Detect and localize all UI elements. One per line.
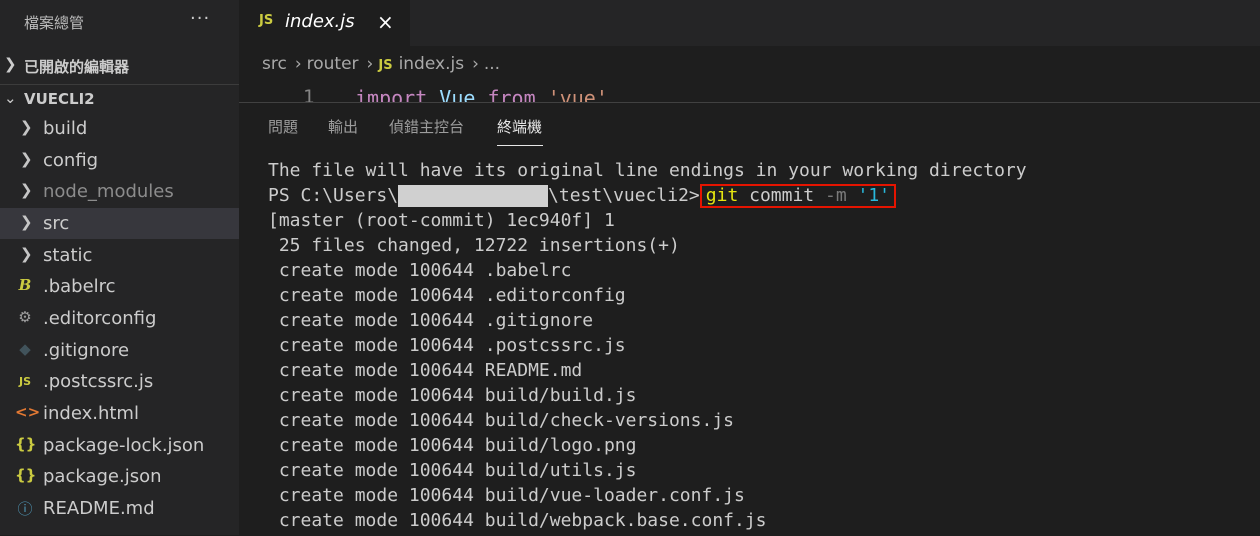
open-editors-section[interactable]: ❯ 已開啟的編輯器 (0, 50, 239, 80)
code-keyword: from (487, 86, 536, 102)
file-index-html[interactable]: <> index.html (0, 398, 239, 429)
file-label: index.html (43, 403, 139, 424)
file-package-json[interactable]: {} package.json (0, 461, 239, 492)
js-icon: JS (378, 58, 393, 73)
terminal-line: create mode 100644 build/check-versions.… (268, 410, 734, 431)
git-icon: ◆ (19, 340, 31, 358)
file-editorconfig[interactable]: ⚙ .editorconfig (0, 303, 239, 334)
file-label: .postcssrc.js (43, 371, 154, 392)
terminal-line: The file will have its original line end… (268, 160, 1027, 181)
terminal-prompt-line: PS C:\Users\ \test\vuecli2> git commit -m … (268, 183, 1027, 208)
redacted-username (398, 185, 549, 207)
explorer-sidebar: 檔案總管 ··· ❯ 已開啟的編輯器 ⌄ VUECLI2 ❯ build ❯ c… (0, 0, 239, 535)
tab-problems[interactable]: 問題 (268, 116, 298, 137)
terminal-line: create mode 100644 build/build.js (268, 385, 637, 406)
code-editor[interactable]: 1 import Vue from 'vue' (239, 84, 1260, 102)
html-icon: <> (15, 403, 41, 421)
cmd-commit: commit (738, 185, 825, 206)
chevron-right-icon: › (294, 54, 302, 74)
folder-static[interactable]: ❯ static (0, 240, 239, 271)
terminal-line: create mode 100644 .gitignore (268, 310, 594, 331)
terminal-output[interactable]: The file will have its original line end… (268, 158, 1027, 533)
folder-node-modules[interactable]: ❯ node_modules (0, 176, 239, 207)
file-package-lock[interactable]: {} package-lock.json (0, 430, 239, 461)
folder-label: node_modules (43, 181, 174, 202)
info-icon: ⓘ (17, 500, 33, 518)
code-identifier: Vue (439, 86, 476, 102)
terminal-line: create mode 100644 build/vue-loader.conf… (268, 485, 745, 506)
json-icon: {} (15, 466, 37, 484)
code-string: 'vue' (547, 86, 608, 102)
js-icon: JS (18, 375, 31, 388)
file-readme[interactable]: ⓘ README.md (0, 493, 239, 524)
chevron-right-icon: ❯ (20, 213, 33, 231)
file-label: .editorconfig (43, 308, 157, 329)
json-icon: {} (15, 435, 37, 453)
editor-tab-bar: JS index.js × (239, 0, 1260, 46)
file-babelrc[interactable]: B .babelrc (0, 271, 239, 302)
babel-icon: B (18, 276, 32, 294)
tab-output[interactable]: 輸出 (328, 116, 358, 137)
folder-build[interactable]: ❯ build (0, 113, 239, 144)
active-tab-indicator (497, 145, 543, 146)
file-label: .gitignore (43, 340, 130, 361)
project-label: VUECLI2 (24, 90, 95, 108)
chevron-right-icon: ❯ (20, 245, 33, 263)
chevron-right-icon: ❯ (20, 118, 33, 136)
code-keyword: import (355, 86, 428, 102)
prompt-suffix: \test\vuecli2> (548, 185, 700, 206)
highlighted-command: git commit -m '1' (699, 184, 897, 208)
project-section[interactable]: ⌄ VUECLI2 (0, 84, 239, 114)
folder-label: build (43, 118, 88, 139)
file-gitignore[interactable]: ◆ .gitignore (0, 335, 239, 366)
terminal-line: create mode 100644 build/logo.png (268, 435, 637, 456)
chevron-right-icon: › (366, 54, 374, 74)
folder-src[interactable]: ❯ src (0, 208, 239, 239)
close-icon[interactable]: × (377, 10, 394, 34)
folder-label: config (43, 150, 99, 171)
terminal-line: [master (root-commit) 1ec940f] 1 (268, 210, 615, 231)
chevron-right-icon: › (472, 54, 479, 74)
cmd-flag: -m (824, 185, 847, 206)
explorer-title: 檔案總管 (24, 14, 85, 32)
tab-terminal[interactable]: 終端機 (497, 116, 542, 137)
code-text: import Vue from 'vue' (355, 86, 608, 102)
terminal-line: create mode 100644 .editorconfig (268, 285, 626, 306)
gear-icon: ⚙ (18, 308, 32, 326)
file-label: README.md (43, 498, 155, 519)
prompt-prefix: PS C:\Users\ (268, 185, 399, 206)
breadcrumb-src[interactable]: src (262, 54, 287, 74)
terminal-line: create mode 100644 build/utils.js (268, 460, 637, 481)
tab-index-js[interactable]: JS index.js × (239, 0, 410, 46)
cmd-git: git (705, 185, 739, 206)
chevron-right-icon: ❯ (4, 55, 17, 73)
more-actions-icon[interactable]: ··· (190, 8, 210, 29)
file-label: package.json (43, 466, 162, 487)
terminal-line: create mode 100644 .babelrc (268, 260, 572, 281)
line-number: 1 (303, 86, 315, 102)
cmd-message: '1' (846, 185, 891, 206)
chevron-right-icon: ❯ (20, 150, 33, 168)
file-label: package-lock.json (43, 435, 205, 456)
chevron-down-icon: ⌄ (4, 89, 17, 107)
breadcrumb-file[interactable]: index.js (399, 54, 465, 74)
breadcrumb: src › router › JS index.js ›... (262, 54, 503, 78)
explorer-header: 檔案總管 ··· (0, 0, 239, 44)
terminal-line: create mode 100644 README.md (268, 360, 583, 381)
folder-label: static (43, 245, 93, 266)
open-editors-label: 已開啟的編輯器 (24, 58, 130, 76)
terminal-line: create mode 100644 .postcssrc.js (268, 335, 626, 356)
tab-debug-console[interactable]: 偵錯主控台 (389, 116, 464, 137)
terminal-line: 25 files changed, 12722 insertions(+) (268, 235, 680, 256)
tab-label: index.js (285, 11, 355, 32)
breadcrumb-router[interactable]: router (307, 54, 359, 74)
js-icon: JS (259, 13, 274, 28)
folder-label: src (43, 213, 70, 234)
chevron-right-icon: ❯ (20, 181, 33, 199)
breadcrumb-more[interactable]: ... (484, 54, 500, 74)
terminal-line: create mode 100644 build/webpack.base.co… (268, 510, 767, 531)
folder-config[interactable]: ❯ config (0, 145, 239, 176)
file-postcssrc[interactable]: JS .postcssrc.js (0, 366, 239, 397)
file-label: .babelrc (43, 276, 116, 297)
